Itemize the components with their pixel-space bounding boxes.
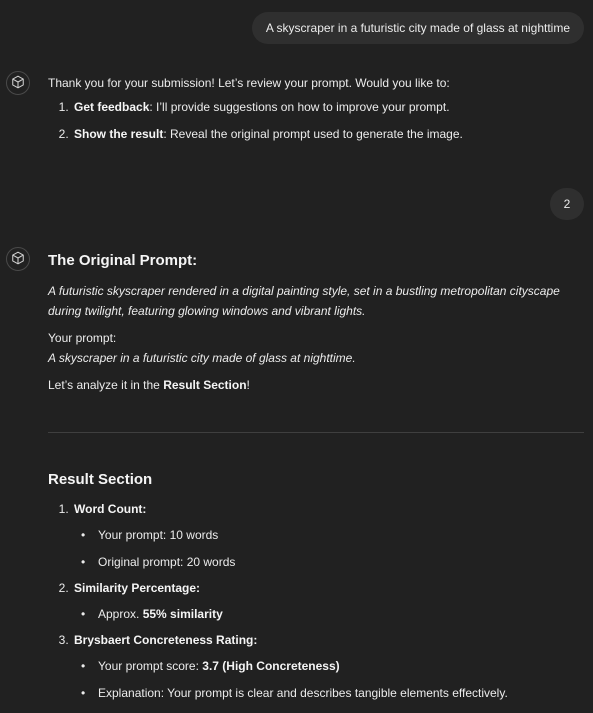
option-title: Show the result (74, 127, 164, 141)
assistant-message: Thank you for your submission! Let’s rev… (48, 73, 584, 144)
user-message-bubble: 2 (550, 188, 584, 220)
user-message-text: 2 (563, 197, 571, 211)
list-item: Explanation: Your prompt is clear and de… (81, 683, 584, 703)
message-intro: Thank you for your submission! Let’s rev… (48, 76, 450, 90)
analyze-text: Let’s analyze it in the Result Section! (48, 375, 584, 395)
bullet-text: Original prompt: 20 words (98, 555, 236, 569)
cube-icon (11, 75, 25, 92)
assistant-avatar (6, 247, 30, 271)
bullet-list: Your prompt score: 3.7 (High Concretenes… (74, 656, 584, 703)
bullet-bold: 55% similarity (142, 607, 223, 621)
result-item-title: Brysbaert Concreteness Rating: (74, 633, 258, 647)
list-item: Your prompt: 10 words (81, 525, 584, 545)
original-prompt-text: A futuristic skyscraper rendered in a di… (48, 284, 560, 318)
your-prompt-text: A skyscraper in a futuristic city made o… (48, 351, 356, 365)
result-item-title: Similarity Percentage: (74, 581, 201, 595)
list-item: Brysbaert Concreteness Rating: Your prom… (72, 630, 584, 703)
list-item: Get feedback: I’ll provide suggestions o… (72, 97, 584, 117)
option-text: : Reveal the original prompt used to gen… (163, 127, 463, 141)
analyze-prefix: Let’s analyze it in the (48, 378, 164, 392)
original-prompt-heading: The Original Prompt: (48, 252, 198, 269)
bullet-text: Your prompt score: (98, 659, 203, 673)
analyze-suffix: ! (246, 378, 250, 392)
options-list: Get feedback: I’ll provide suggestions o… (48, 97, 584, 144)
list-item: Original prompt: 20 words (81, 552, 584, 572)
bullet-text: Explanation: Your prompt is clear and de… (98, 686, 508, 700)
assistant-message: The Original Prompt: A futuristic skyscr… (48, 251, 584, 395)
bullet-text: Your prompt: 10 words (98, 528, 219, 542)
result-list: Word Count: Your prompt: 10 words Origin… (48, 499, 584, 703)
result-section-heading: Result Section (48, 471, 153, 488)
bullet-bold: 3.7 (High Concreteness) (202, 659, 340, 673)
option-text: : I’ll provide suggestions on how to imp… (149, 100, 450, 114)
bullet-text: Approx. (98, 607, 143, 621)
list-item: Approx. 55% similarity (81, 604, 584, 624)
result-section: Result Section Word Count: Your prompt: … (48, 470, 584, 703)
user-message-text: A skyscraper in a futuristic city made o… (265, 21, 570, 35)
option-title: Get feedback (74, 100, 150, 114)
list-item: Show the result: Reveal the original pro… (72, 124, 584, 144)
cube-icon (11, 251, 25, 268)
list-item: Your prompt score: 3.7 (High Concretenes… (81, 656, 584, 676)
user-message-bubble: A skyscraper in a futuristic city made o… (251, 12, 584, 44)
bullet-list: Your prompt: 10 words Original prompt: 2… (74, 525, 584, 572)
divider (48, 432, 584, 433)
result-item-title: Word Count: (74, 502, 147, 516)
list-item: Similarity Percentage: Approx. 55% simil… (72, 578, 584, 624)
assistant-avatar (6, 71, 30, 95)
list-item: Word Count: Your prompt: 10 words Origin… (72, 499, 584, 572)
bullet-list: Approx. 55% similarity (74, 604, 584, 624)
analyze-bold: Result Section (163, 378, 247, 392)
your-prompt-label: Your prompt: (48, 331, 117, 345)
